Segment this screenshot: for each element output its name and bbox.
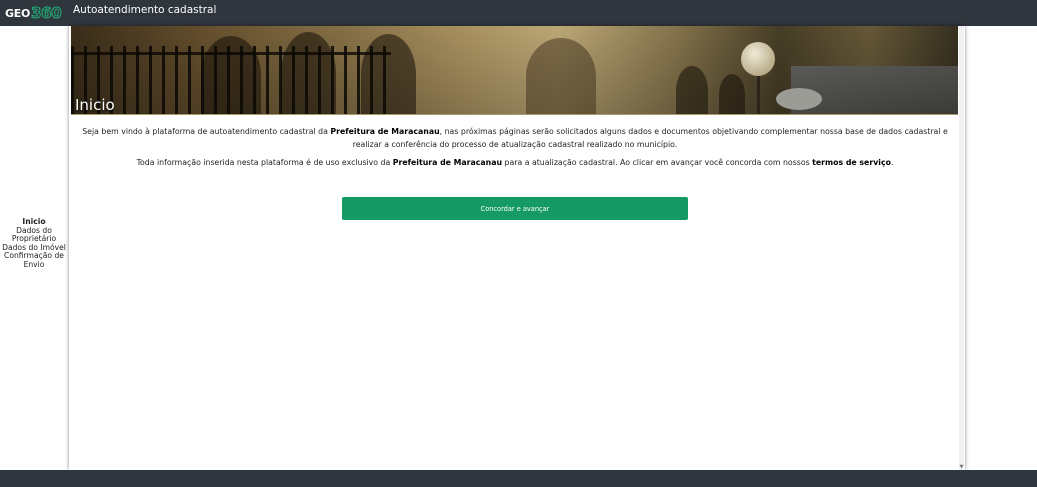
sidebar-item-dados-proprietario[interactable]: Dados do Proprietário — [0, 226, 68, 244]
main-panel: Inicio Seja bem vindo à plataforma de au… — [69, 26, 965, 470]
page-title: Inicio — [75, 96, 115, 114]
text-span: . — [890, 158, 894, 167]
text-span: Toda informação inserida nesta plataform… — [136, 158, 393, 167]
municipality-name: Prefeitura de Maracanau — [392, 158, 503, 167]
arch-shape — [676, 66, 708, 114]
agree-and-continue-button[interactable]: Concordar e avançar — [342, 197, 688, 220]
scrollbar[interactable]: ▼ — [959, 26, 964, 470]
hero-banner-image: Inicio — [71, 26, 958, 115]
welcome-paragraph: Seja bem vindo à plataforma de autoatend… — [77, 126, 953, 151]
sidebar-item-confirmacao-envio[interactable]: Confirmação de Envio — [0, 252, 68, 269]
satellite-dish-shape — [776, 88, 822, 110]
municipality-name: Prefeitura de Maracanau — [330, 127, 440, 136]
fence-rail — [71, 52, 391, 55]
text-span: Seja bem vindo à plataforma de autoatend… — [82, 127, 331, 136]
geo360-logo[interactable]: GEO 360 — [5, 4, 62, 23]
footer-bar — [0, 470, 1037, 487]
fence-shape — [71, 46, 391, 114]
text-span: , nas próximas páginas serão solicitados… — [352, 127, 948, 149]
app-title: Autoatendimento cadastral — [73, 4, 217, 16]
steps-sidebar: Inicio Dados do Proprietário Dados do Im… — [0, 217, 68, 270]
text-span: para a atualização cadastral. Ao clicar … — [502, 158, 813, 167]
arch-shape — [719, 74, 745, 114]
roof-shape — [791, 66, 958, 114]
welcome-text: Seja bem vindo à plataforma de autoatend… — [77, 126, 953, 176]
lamp-pole — [757, 74, 760, 114]
logo-text: GEO — [5, 6, 30, 20]
top-bar: GEO 360 Autoatendimento cadastral — [0, 0, 1037, 26]
terms-of-service-link[interactable]: termos de serviço — [812, 158, 891, 167]
terms-paragraph: Toda informação inserida nesta plataform… — [77, 157, 953, 170]
logo-number: 360 — [30, 4, 62, 23]
arch-shape — [526, 38, 596, 114]
lamp-globe — [741, 42, 775, 76]
